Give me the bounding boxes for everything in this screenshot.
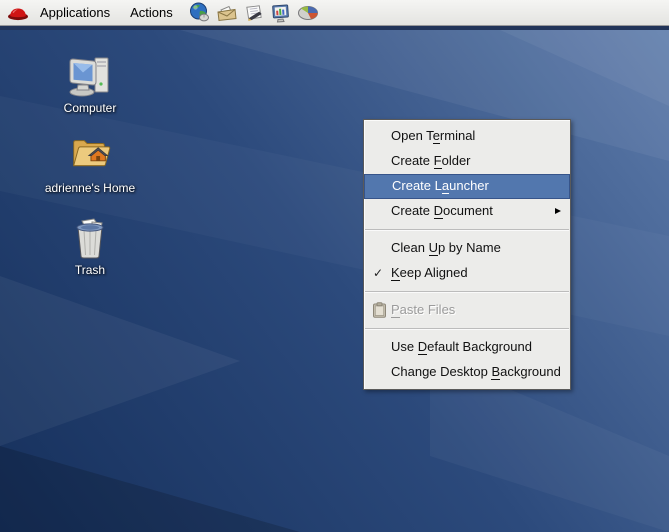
menu-item-clean-up-by-name[interactable]: Clean Up by Name: [364, 236, 570, 261]
menu-item-paste-files[interactable]: Paste Files: [364, 298, 570, 323]
panel-launchers: [189, 2, 319, 24]
desktop-icon-label: Trash: [75, 263, 105, 277]
applications-menu[interactable]: Applications: [30, 1, 120, 25]
desktop-icon-computer[interactable]: Computer: [30, 54, 150, 115]
calc-icon[interactable]: [297, 2, 319, 24]
menu-item-use-default-background[interactable]: Use Default Background: [364, 335, 570, 360]
computer-icon: [66, 54, 114, 98]
home-folder-icon: [66, 134, 114, 178]
web-browser-icon[interactable]: [189, 2, 211, 24]
redhat-icon[interactable]: [6, 3, 30, 23]
menu-item-create-launcher[interactable]: Create Launcher: [364, 174, 570, 199]
top-panel: Applications Actions: [0, 0, 669, 26]
desktop-icon-label: adrienne's Home: [45, 181, 135, 195]
menu-separator: [365, 328, 569, 330]
menu-item-change-desktop-background[interactable]: Change Desktop Background: [364, 360, 570, 385]
clipboard-icon: [372, 302, 387, 318]
email-icon[interactable]: [216, 2, 238, 24]
desktop-icon-trash[interactable]: Trash: [30, 216, 150, 277]
trash-icon: [66, 216, 114, 260]
menu-separator: [365, 229, 569, 231]
submenu-arrow-icon: [555, 208, 561, 214]
writer-icon[interactable]: [243, 2, 265, 24]
desktop-icon-label: Computer: [64, 101, 117, 115]
menu-item-keep-aligned[interactable]: ✓ Keep Aligned: [364, 261, 570, 286]
menu-item-create-folder[interactable]: Create Folder: [364, 149, 570, 174]
desktop-context-menu: Open Terminal Create Folder Create Launc…: [363, 119, 571, 390]
checkmark-icon: ✓: [373, 261, 383, 285]
menu-item-open-terminal[interactable]: Open Terminal: [364, 124, 570, 149]
actions-menu[interactable]: Actions: [120, 1, 183, 25]
menu-item-create-document[interactable]: Create Document: [364, 199, 570, 224]
desktop-icon-home[interactable]: adrienne's Home: [30, 134, 150, 195]
impress-icon[interactable]: [270, 2, 292, 24]
menu-separator: [365, 291, 569, 293]
